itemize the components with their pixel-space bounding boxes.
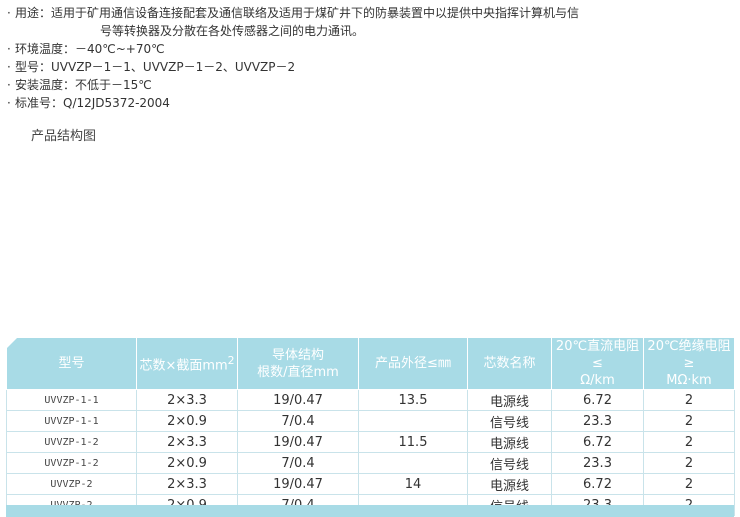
usage-label: 用途: [15, 6, 40, 20]
cell-dc-resistance: 6.72: [551, 389, 644, 411]
cell-conductor: 19/0.47: [237, 431, 359, 453]
cell-diameter: [358, 410, 468, 432]
table-footer-bar: [6, 505, 734, 517]
table-row: UVVZP-1-1 2×3.3 19/0.47 13.5 电源线 6.72 2: [6, 389, 735, 411]
header-insulation-resistance: 20℃绝缘电阻≥ MΩ·km: [643, 337, 735, 390]
cell-conductor: 7/0.4: [237, 410, 359, 432]
standard-text: 标准号：Q/12JD5372-2004: [15, 96, 170, 110]
header-diameter: 产品外径≤㎜: [358, 337, 468, 390]
spec-model: · 型号：UVVZP－1－1、UVVZP－1－2、UVVZP－2: [7, 58, 732, 76]
header-cores: 芯数×截面mm2: [136, 337, 238, 390]
header-ins-line1: 20℃绝缘电阻≥: [647, 339, 731, 371]
table-row: UVVZP-1-2 2×0.9 7/0.4 信号线 23.3 2: [6, 452, 735, 474]
cell-core-name: 电源线: [467, 431, 552, 453]
header-cores-sup: 2: [227, 354, 235, 368]
spec-install-temp: · 安装温度：不低于－15℃: [7, 76, 732, 94]
cell-diameter: 14: [358, 473, 468, 495]
cell-cores: 2×3.3: [136, 431, 238, 453]
diagram-title: 产品结构图: [31, 129, 97, 144]
cell-dc-resistance: 6.72: [551, 473, 644, 495]
cell-conductor: 19/0.47: [237, 473, 359, 495]
cell-dc-resistance: 6.72: [551, 431, 644, 453]
spec-usage: · 用途：适用于矿用通信设备连接配套及通信联络及适用于煤矿井下的防暴装置中以提供中…: [7, 4, 732, 22]
cell-cores: 2×0.9: [136, 452, 238, 474]
header-model: 型号: [6, 337, 137, 390]
model-text: 型号：UVVZP－1－1、UVVZP－1－2、UVVZP－2: [15, 60, 296, 74]
cell-insulation-resistance: 2: [643, 431, 735, 453]
cell-diameter: 11.5: [358, 431, 468, 453]
cell-core-name: 信号线: [467, 452, 552, 474]
bullet: ·: [7, 60, 11, 74]
header-dc-line2: Ω/km: [580, 373, 615, 388]
cell-model: UVVZP-2: [6, 473, 137, 495]
table-row: UVVZP-2 2×3.3 19/0.47 14 电源线 6.72 2: [6, 473, 735, 495]
spec-table: 型号 芯数×截面mm2 导体结构 根数/直径mm 产品外径≤㎜ 芯数名称 20℃直…: [6, 337, 735, 516]
header-dc-resistance: 20℃直流电阻≤ Ω/km: [551, 337, 644, 390]
bullet: ·: [7, 42, 11, 56]
cell-core-name: 电源线: [467, 389, 552, 411]
cell-diameter: 13.5: [358, 389, 468, 411]
spec-env-temp: · 环境温度：－40℃~+70℃: [7, 40, 732, 58]
install-temp-text: 安装温度：不低于－15℃: [15, 78, 152, 92]
cell-model: UVVZP-1-2: [6, 452, 137, 474]
usage-text: ：适用于矿用通信设备连接配套及通信联络及适用于煤矿井下的防暴装置中以提供中央指挥…: [39, 6, 580, 20]
cell-insulation-resistance: 2: [643, 473, 735, 495]
cell-dc-resistance: 23.3: [551, 452, 644, 474]
spec-standard: · 标准号：Q/12JD5372-2004: [7, 94, 732, 112]
cell-cores: 2×3.3: [136, 473, 238, 495]
cell-conductor: 19/0.47: [237, 389, 359, 411]
cell-cores: 2×0.9: [136, 410, 238, 432]
header-conductor: 导体结构 根数/直径mm: [237, 337, 359, 390]
cell-model: UVVZP-1-1: [6, 389, 137, 411]
header-cores-text: 芯数×截面mm: [139, 358, 228, 374]
bullet: ·: [7, 6, 11, 20]
header-ins-line2: MΩ·km: [666, 373, 712, 388]
bullet: ·: [7, 96, 11, 110]
header-core-name: 芯数名称: [467, 337, 552, 390]
table-row: UVVZP-1-2 2×3.3 19/0.47 11.5 电源线 6.72 2: [6, 431, 735, 453]
diagram-area: [6, 146, 734, 332]
spec-list: · 用途：适用于矿用通信设备连接配套及通信联络及适用于煤矿井下的防暴装置中以提供中…: [7, 4, 732, 112]
cell-conductor: 7/0.4: [237, 452, 359, 474]
cell-model: UVVZP-1-1: [6, 410, 137, 432]
cell-core-name: 电源线: [467, 473, 552, 495]
cell-insulation-resistance: 2: [643, 410, 735, 432]
env-temp-text: 环境温度：－40℃~+70℃: [15, 42, 165, 56]
header-dc-line1: 20℃直流电阻≤: [555, 339, 640, 371]
header-conductor-line2: 根数/直径mm: [257, 364, 339, 380]
bullet: ·: [7, 78, 11, 92]
table-row: UVVZP-1-1 2×0.9 7/0.4 信号线 23.3 2: [6, 410, 735, 432]
cell-dc-resistance: 23.3: [551, 410, 644, 432]
cell-insulation-resistance: 2: [643, 452, 735, 474]
cell-diameter: [358, 452, 468, 474]
header-conductor-line1: 导体结构: [271, 347, 324, 363]
cell-core-name: 信号线: [467, 410, 552, 432]
spec-usage-cont: 号等转换器及分散在各处传感器之间的电力通讯。: [100, 24, 365, 38]
spec-table-wrapper: 型号 芯数×截面mm2 导体结构 根数/直径mm 产品外径≤㎜ 芯数名称 20℃直…: [6, 337, 735, 517]
cell-insulation-resistance: 2: [643, 389, 735, 411]
corner-mark: [6, 337, 18, 349]
cell-model: UVVZP-1-2: [6, 431, 137, 453]
cell-cores: 2×3.3: [136, 389, 238, 411]
table-header-row: 型号 芯数×截面mm2 导体结构 根数/直径mm 产品外径≤㎜ 芯数名称 20℃直…: [6, 337, 735, 390]
